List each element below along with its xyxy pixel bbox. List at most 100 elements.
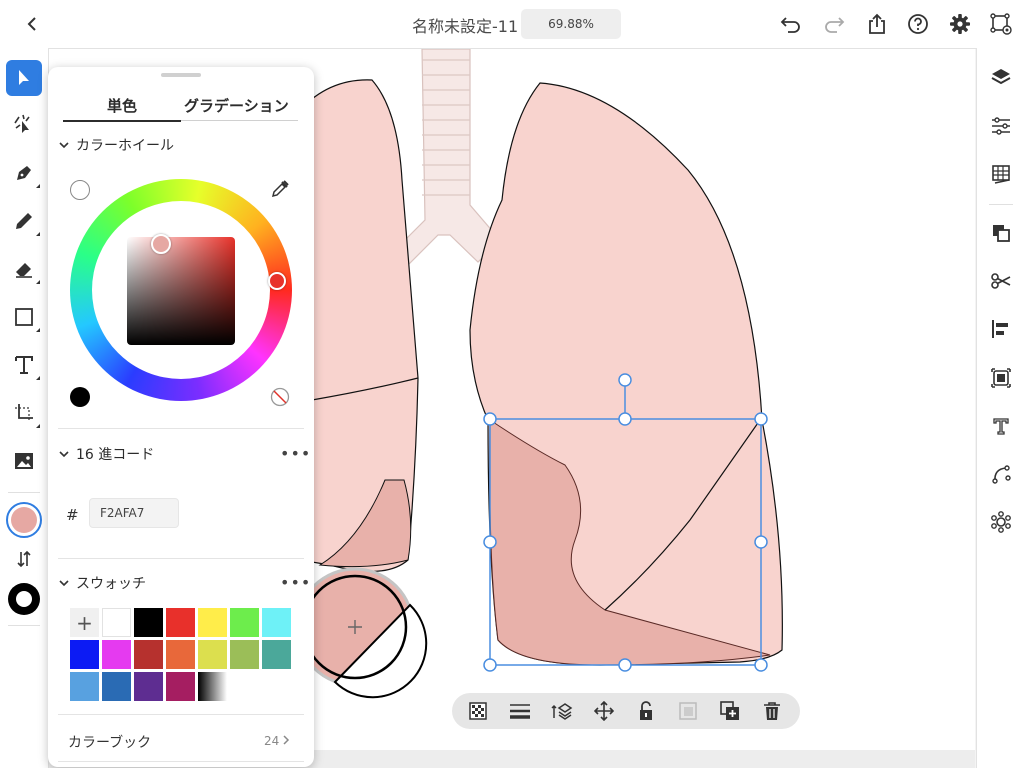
tab-gradient[interactable]: グラデーション (184, 95, 289, 116)
color-swatch[interactable] (134, 608, 163, 637)
transparency-icon[interactable] (466, 699, 490, 723)
white-preset[interactable] (70, 180, 90, 200)
eyedropper-icon[interactable] (270, 179, 290, 203)
zoom-level[interactable]: 69.88% (521, 9, 621, 39)
mask-icon (676, 699, 700, 723)
color-swatch[interactable] (70, 672, 99, 701)
document-title[interactable]: 名称未設定-11 (412, 13, 518, 37)
color-loupe (295, 567, 428, 699)
tab-solid[interactable]: 単色 (107, 95, 137, 116)
color-swatch[interactable] (102, 608, 131, 637)
layers-icon[interactable] (989, 66, 1013, 90)
color-swatch[interactable] (198, 672, 227, 701)
color-swatch[interactable] (166, 672, 195, 701)
color-swatch[interactable] (134, 640, 163, 669)
back-chevron-icon[interactable] (18, 10, 46, 38)
left-lung[interactable] (299, 79, 419, 572)
properties-icon[interactable] (989, 114, 1013, 138)
hex-hash-label: # (66, 506, 79, 524)
crop-icon[interactable] (989, 366, 1013, 390)
hex-code-header[interactable]: 16 進コード (58, 444, 154, 464)
delete-icon[interactable] (760, 699, 784, 723)
cut-icon[interactable] (989, 269, 1013, 293)
swatches-title: スウォッチ (76, 576, 146, 592)
black-preset[interactable] (70, 387, 90, 407)
color-swatch[interactable] (262, 608, 291, 637)
hex-input[interactable]: F2AFA7 (89, 498, 179, 528)
panel-grabber[interactable] (161, 73, 201, 77)
active-tab-indicator (63, 120, 181, 122)
selection-tool[interactable] (6, 60, 42, 96)
livestream-icon[interactable] (987, 10, 1015, 38)
color-swatch[interactable] (198, 608, 227, 637)
direct-selection-tool[interactable] (6, 107, 42, 143)
right-toolbar (976, 48, 1024, 768)
transform-tool[interactable] (6, 395, 42, 431)
color-swatch[interactable] (102, 672, 131, 701)
chevron-down-icon (58, 139, 70, 151)
chevron-down-icon (58, 448, 70, 460)
color-swatch[interactable] (134, 672, 163, 701)
swap-colors-icon[interactable] (16, 550, 32, 572)
hex-code-title: 16 進コード (76, 447, 155, 463)
share-icon[interactable] (863, 10, 891, 38)
eraser-icon (16, 263, 32, 278)
color-swatch[interactable] (166, 608, 195, 637)
color-swatch[interactable] (102, 640, 131, 669)
chevron-right-icon (283, 735, 290, 745)
align-icon[interactable] (989, 317, 1013, 341)
no-color-icon[interactable] (270, 387, 290, 411)
sb-picker-handle[interactable] (151, 234, 171, 254)
redo-icon[interactable] (820, 10, 848, 38)
saturation-brightness-square[interactable] (127, 237, 235, 345)
color-swatch[interactable] (230, 608, 259, 637)
hue-picker-handle[interactable] (268, 272, 286, 290)
undo-icon[interactable] (777, 10, 805, 38)
type-tool[interactable] (6, 347, 42, 383)
trachea[interactable] (394, 49, 501, 269)
color-swatch[interactable] (70, 640, 99, 669)
stroke-icon[interactable] (508, 699, 532, 723)
settings-icon[interactable] (946, 10, 974, 38)
chevron-down-icon (58, 577, 70, 589)
place-image-tool[interactable] (6, 443, 42, 479)
pencil-tool[interactable] (6, 203, 42, 239)
repeat-icon[interactable] (989, 510, 1013, 534)
color-wheel-header[interactable]: カラーホイール (58, 135, 174, 155)
text-icon[interactable] (989, 414, 1013, 438)
direct-select-icon (14, 114, 30, 133)
arrange-icon[interactable] (550, 699, 574, 723)
color-swatch[interactable] (166, 640, 195, 669)
path-icon[interactable] (989, 462, 1013, 486)
libraries-icon[interactable] (989, 162, 1013, 186)
arrow-cursor-icon (19, 70, 29, 85)
lock-icon[interactable] (634, 699, 658, 723)
hex-more-menu[interactable]: ••• (280, 444, 311, 463)
path-combine-icon[interactable] (989, 221, 1013, 245)
pencil-icon (16, 213, 32, 229)
color-swatch[interactable] (262, 640, 291, 669)
top-bar: 名称未設定-11 69.88% (0, 0, 1024, 49)
color-book-label[interactable]: カラーブック (68, 732, 151, 752)
shape-tool[interactable] (6, 299, 42, 335)
rectangle-icon (15, 308, 33, 326)
help-icon[interactable] (904, 10, 932, 38)
pen-icon (17, 166, 31, 180)
add-swatch-button[interactable]: + (70, 608, 99, 637)
color-swatch[interactable] (230, 640, 259, 669)
swatches-header[interactable]: スウォッチ (58, 573, 146, 593)
color-book-count[interactable]: 24 (264, 734, 290, 748)
eraser-tool[interactable] (6, 251, 42, 287)
pen-tool[interactable] (6, 155, 42, 191)
image-icon (15, 453, 33, 469)
type-icon (15, 356, 33, 374)
move-icon[interactable] (592, 699, 616, 723)
duplicate-icon[interactable] (718, 699, 742, 723)
color-panel: 単色 グラデーション カラーホイール 16 進コード ••• # F2AFA7 … (48, 67, 314, 767)
color-swatch[interactable] (198, 640, 227, 669)
swatches-more-menu[interactable]: ••• (280, 573, 311, 592)
stroke-color-well[interactable] (8, 583, 40, 615)
left-toolbar (0, 48, 49, 768)
transform-icon (15, 404, 33, 422)
fill-color-well[interactable] (6, 502, 42, 538)
